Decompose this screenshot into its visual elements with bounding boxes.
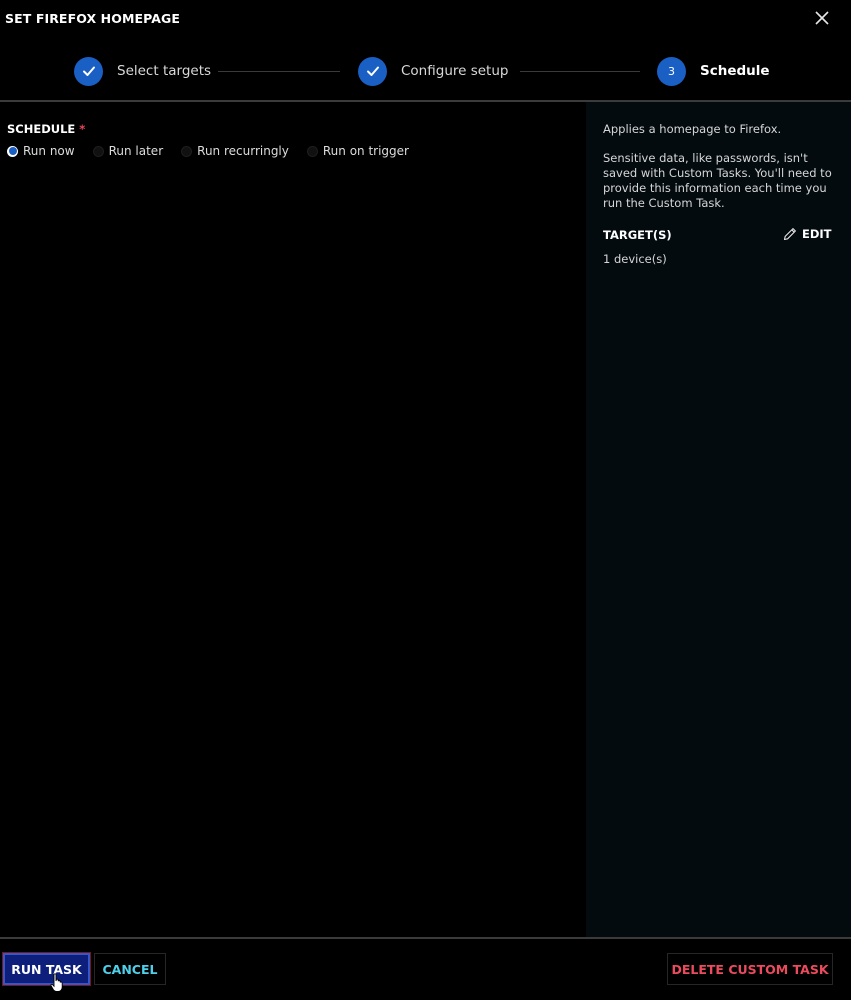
check-icon xyxy=(82,66,95,76)
radio-label: Run now xyxy=(23,144,75,158)
radio-label: Run recurringly xyxy=(197,144,289,158)
stepper: Select targets Configure setup 3 Schedul… xyxy=(0,55,851,89)
edit-targets-button[interactable]: EDIT xyxy=(782,226,832,242)
dialog-header: SET FIREFOX HOMEPAGE Select targets Conf… xyxy=(0,0,851,102)
sensitive-data-note: Sensitive data, like passwords, isn't sa… xyxy=(603,151,832,210)
check-icon xyxy=(366,66,379,76)
schedule-radio-group: Run now Run later Run recurringly Run on… xyxy=(7,143,427,159)
edit-label: EDIT xyxy=(802,227,832,241)
step-complete-circle xyxy=(358,56,387,86)
radio-button[interactable] xyxy=(181,145,193,157)
step-connector xyxy=(218,71,340,72)
targets-count: 1 device(s) xyxy=(603,252,667,266)
radio-label: Run later xyxy=(108,144,164,158)
radio-run-later[interactable]: Run later xyxy=(92,144,164,158)
step-complete-circle xyxy=(74,56,103,86)
step-select-targets[interactable]: Select targets xyxy=(74,55,211,87)
radio-button[interactable] xyxy=(306,145,318,157)
cancel-button[interactable]: CANCEL xyxy=(94,953,166,985)
step-label: Schedule xyxy=(700,63,770,79)
close-button[interactable] xyxy=(812,8,832,28)
task-description: Applies a homepage to Firefox. xyxy=(603,122,782,136)
radio-label: Run on trigger xyxy=(322,144,409,158)
dialog-title: SET FIREFOX HOMEPAGE xyxy=(5,11,181,26)
hand-cursor-icon xyxy=(50,973,63,992)
run-task-button[interactable]: RUN TASK xyxy=(3,953,90,985)
close-icon xyxy=(815,11,829,25)
pencil-icon xyxy=(783,228,796,241)
schedule-label: SCHEDULE * xyxy=(7,122,85,136)
radio-button-selected[interactable] xyxy=(7,145,18,157)
step-connector xyxy=(520,71,640,72)
step-label: Select targets xyxy=(117,63,212,79)
radio-run-recurringly[interactable]: Run recurringly xyxy=(181,144,289,158)
radio-run-on-trigger[interactable]: Run on trigger xyxy=(306,144,409,158)
task-info-panel: Applies a homepage to Firefox. Sensitive… xyxy=(586,102,851,937)
footer-divider xyxy=(0,937,851,939)
radio-button[interactable] xyxy=(92,145,104,157)
dialog-footer: RUN TASK CANCEL DELETE CUSTOM TASK xyxy=(0,937,851,1000)
step-schedule[interactable]: 3 Schedule xyxy=(657,55,770,87)
delete-custom-task-button[interactable]: DELETE CUSTOM TASK xyxy=(667,953,833,985)
required-marker: * xyxy=(79,122,86,136)
schedule-panel: SCHEDULE * Run now Run later Run recurrin… xyxy=(0,102,586,937)
schedule-label-text: SCHEDULE xyxy=(7,122,76,136)
targets-label: TARGET(S) xyxy=(603,228,672,242)
step-label: Configure setup xyxy=(401,63,509,79)
step-configure-setup[interactable]: Configure setup xyxy=(358,55,508,87)
step-number-circle: 3 xyxy=(657,56,686,86)
radio-run-now[interactable]: Run now xyxy=(7,144,75,158)
